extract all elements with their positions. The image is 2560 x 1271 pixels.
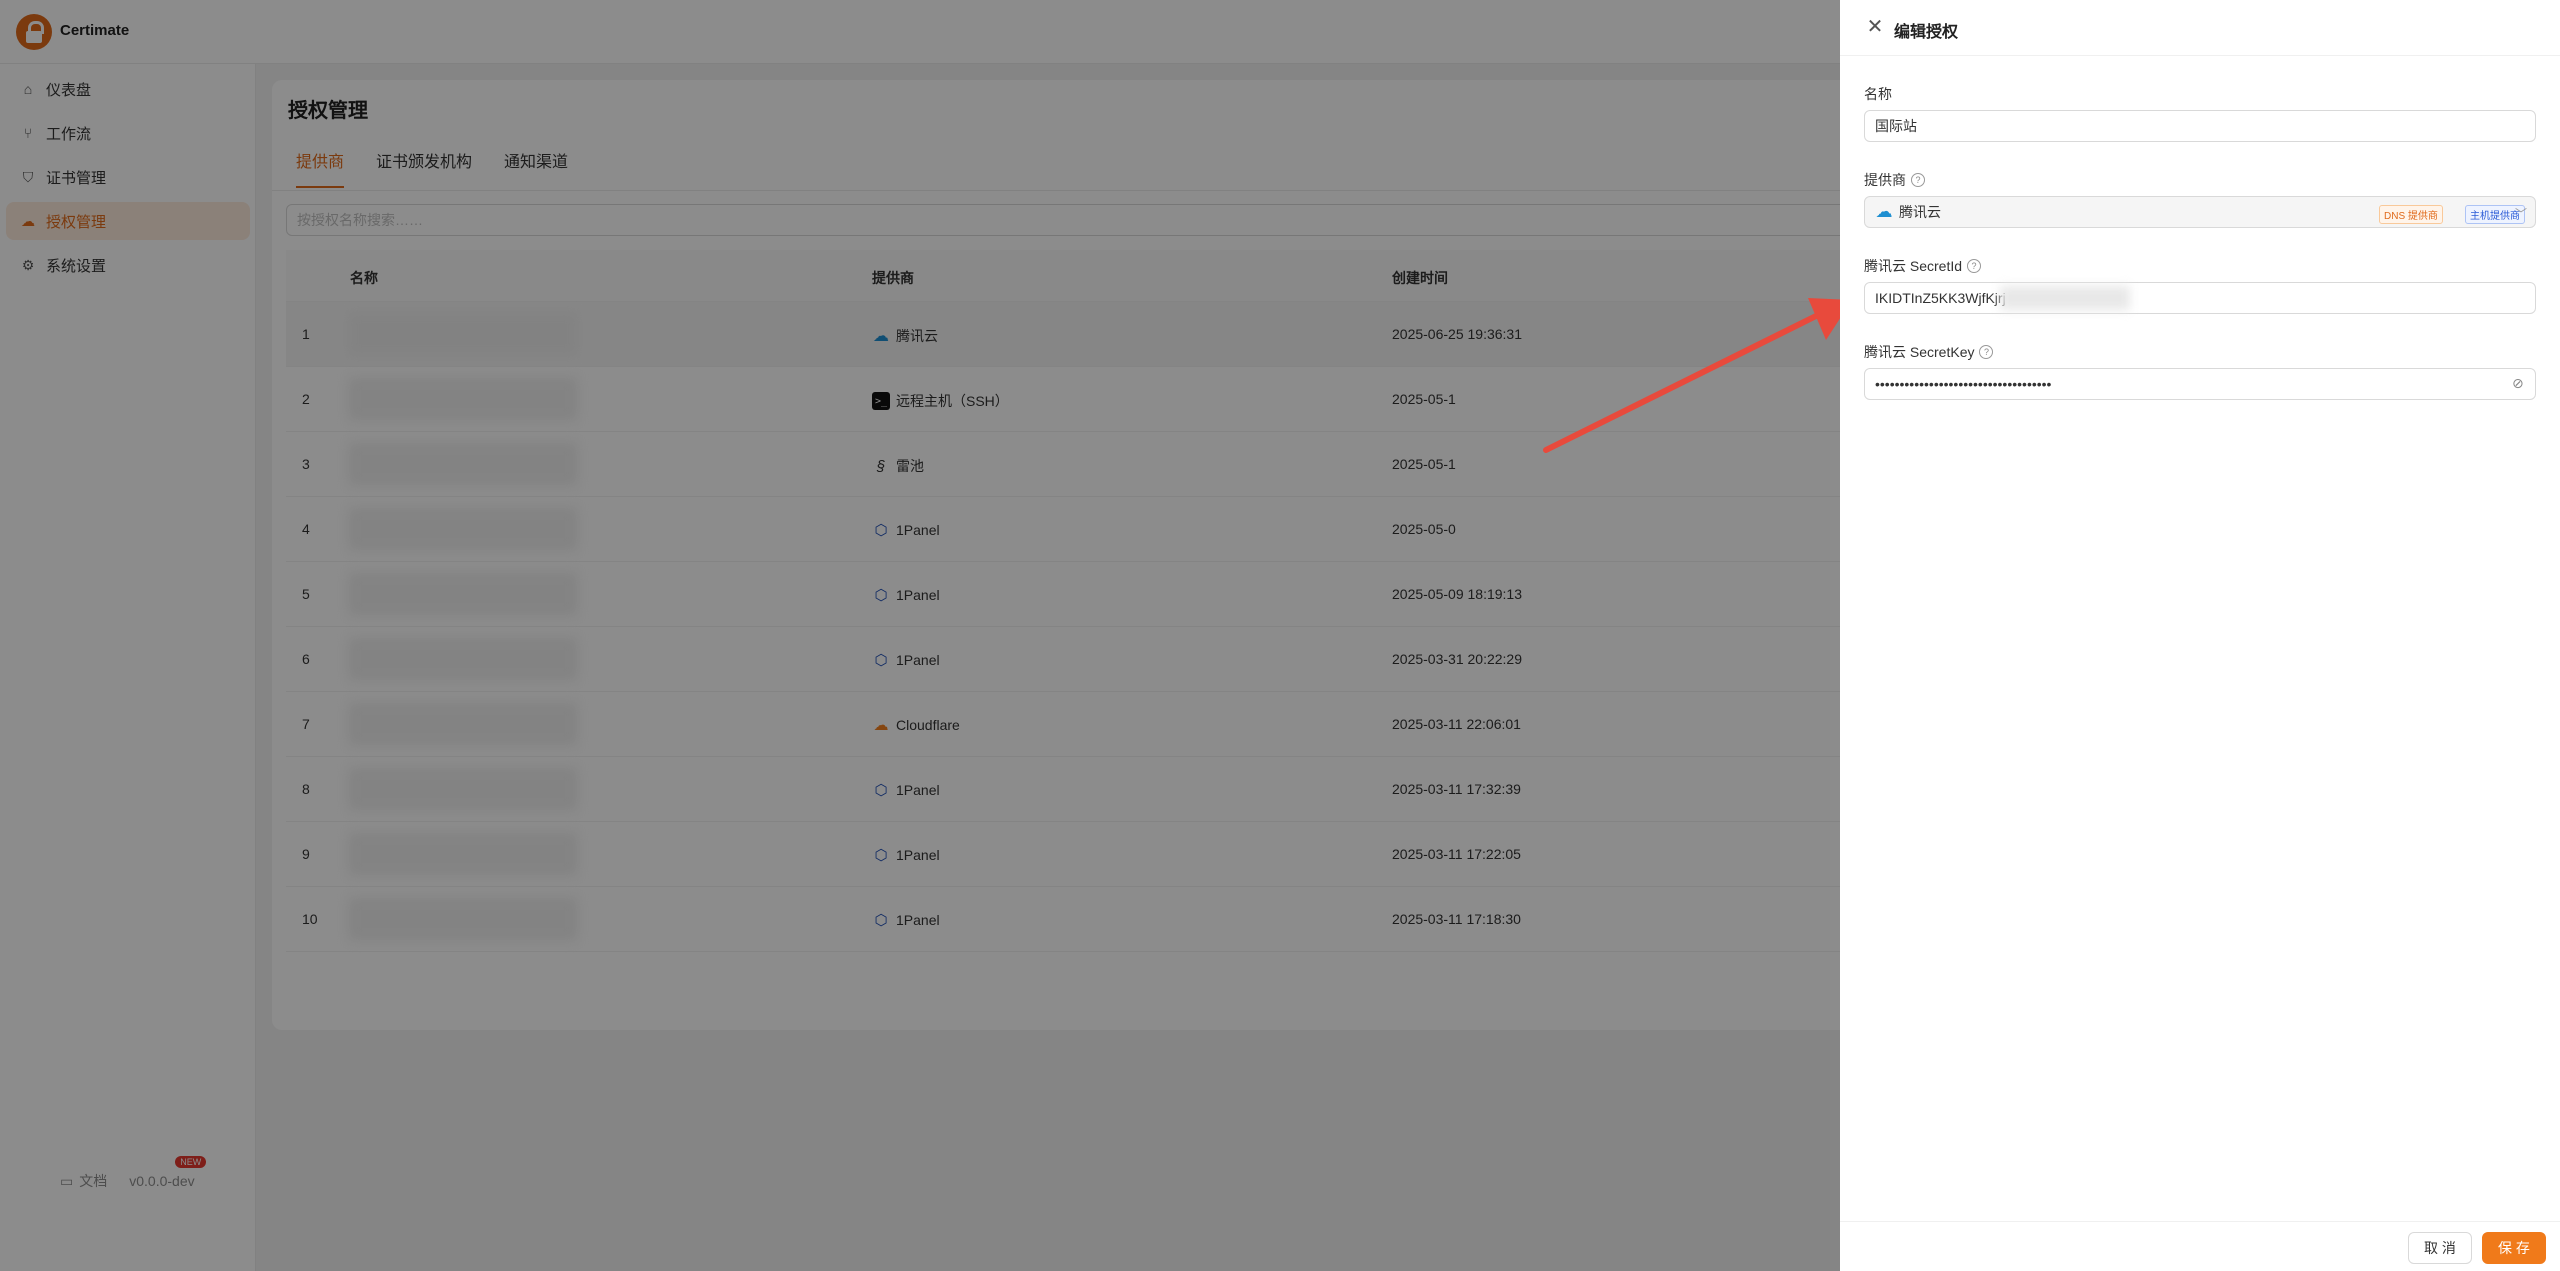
- help-icon[interactable]: ?: [1911, 173, 1925, 187]
- name-label: 名称: [1864, 84, 1892, 104]
- secret-key-input[interactable]: [1864, 368, 2536, 400]
- secret-id-wrap: [1840, 282, 2560, 314]
- secret-key-label-text: 腾讯云 SecretKey: [1864, 344, 1975, 360]
- save-button[interactable]: 保 存: [2482, 1232, 2546, 1264]
- drawer-footer: 取 消 保 存: [1840, 1221, 2560, 1271]
- provider-label-text: 提供商: [1864, 172, 1906, 188]
- secret-id-label: 腾讯云 SecretId ?: [1864, 256, 1982, 276]
- help-icon[interactable]: ?: [1979, 345, 1994, 359]
- secret-key-wrap: ⊘: [1840, 368, 2560, 400]
- edit-access-drawer: ✕ 编辑授权 名称 提供商 ? ☁ 腾讯云 DNS 提供商 主机提供商 ﹀ 腾讯…: [1840, 0, 2560, 1271]
- provider-select[interactable]: ☁ 腾讯云 DNS 提供商 主机提供商 ﹀: [1864, 196, 2536, 228]
- secret-key-label: 腾讯云 SecretKey ?: [1864, 342, 1994, 362]
- drawer-title: 编辑授权: [1894, 24, 1959, 41]
- cancel-button[interactable]: 取 消: [2408, 1232, 2472, 1264]
- provider-label: 提供商 ?: [1864, 170, 1925, 190]
- name-input[interactable]: [1864, 110, 2536, 142]
- drawer-header: ✕ 编辑授权: [1840, 0, 2560, 56]
- provider-selected-value: 腾讯云: [1899, 204, 1941, 220]
- name-label-text: 名称: [1864, 86, 1892, 102]
- secret-id-input[interactable]: [1864, 282, 2536, 314]
- dns-provider-tag: DNS 提供商: [2379, 205, 2443, 224]
- help-icon[interactable]: ?: [1967, 259, 1982, 273]
- redacted-secret-id: [2000, 286, 2130, 310]
- eye-slash-icon[interactable]: ⊘: [2512, 375, 2524, 392]
- chevron-down-icon: ﹀: [2515, 207, 2528, 221]
- secret-id-label-text: 腾讯云 SecretId: [1864, 258, 1963, 274]
- tencent-cloud-icon: ☁: [1875, 202, 1893, 221]
- close-icon[interactable]: ✕: [1864, 16, 1886, 38]
